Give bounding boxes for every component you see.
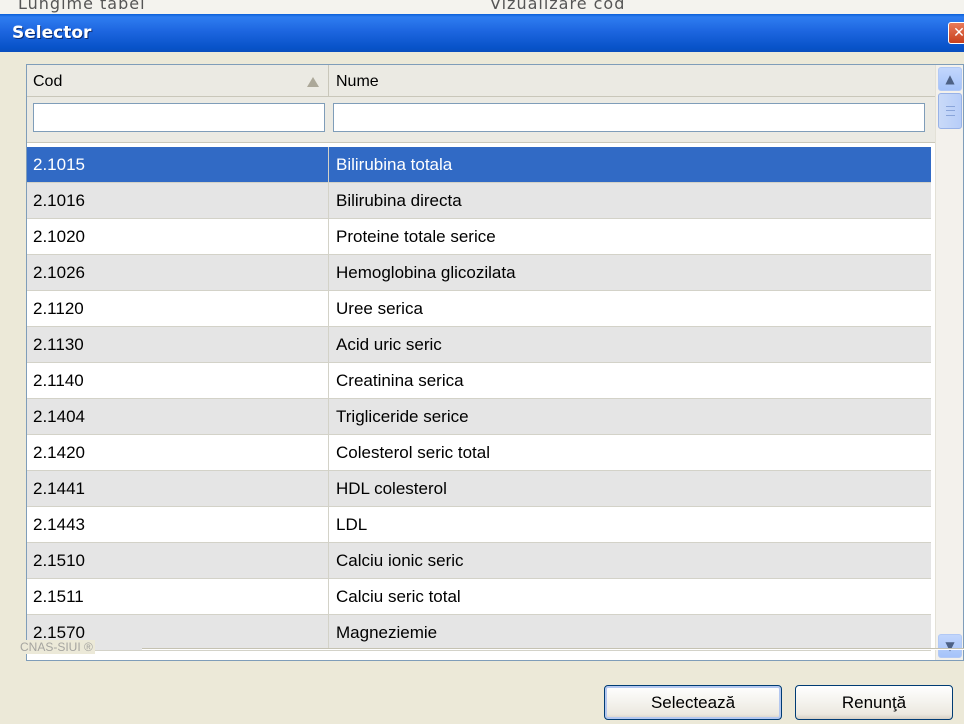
cell-nume: Colesterol seric total [336, 443, 491, 462]
cell-nume: Bilirubina directa [336, 191, 462, 210]
chevron-down-icon: ▼ [945, 639, 955, 653]
cell-cod: 2.1130 [27, 327, 329, 363]
cancel-button[interactable]: Renunţă [795, 685, 953, 720]
grip-icon [946, 106, 955, 116]
table-row[interactable]: 2.1120 Uree serica [27, 291, 931, 327]
column-header-cod[interactable]: Cod [27, 65, 329, 97]
table-row[interactable]: 2.1420 Colesterol seric total [27, 435, 931, 471]
table-row[interactable]: 2.1130 Acid uric seric [27, 327, 931, 363]
data-grid[interactable]: Cod Nume 2.1015 Bilirubina totala 2.1016 Bi… [26, 64, 964, 661]
scroll-up-button[interactable]: ▲ [938, 67, 962, 91]
scrollbar-thumb[interactable] [938, 93, 962, 129]
table-row[interactable]: 2.1026 Hemoglobina glicozilata [27, 255, 931, 291]
scroll-down-button[interactable]: ▼ [938, 634, 962, 658]
cell-nume: Hemoglobina glicozilata [336, 263, 516, 282]
cell-cod: 2.1404 [27, 399, 329, 435]
select-button[interactable]: Selectează [604, 685, 782, 720]
table-row[interactable]: 2.1441 HDL colesterol [27, 471, 931, 507]
table-row[interactable]: 2.1570 Magneziemie [27, 615, 931, 651]
table-row[interactable]: 2.1016 Bilirubina directa [27, 183, 931, 219]
title-bar[interactable]: Selector ✕ [0, 14, 964, 52]
cell-cod: 2.1443 [27, 507, 329, 543]
chevron-up-icon: ▲ [945, 72, 955, 86]
cell-nume: Creatinina serica [336, 371, 464, 390]
column-header-nume-label: Nume [336, 73, 379, 90]
cell-cod: 2.1016 [27, 183, 329, 219]
cell-cod: 2.1015 [27, 147, 329, 183]
brand-label: CNAS-SIUI ® [20, 640, 95, 654]
cell-nume: Proteine totale serice [336, 227, 496, 246]
cell-cod: 2.1441 [27, 471, 329, 507]
filter-row [27, 97, 935, 143]
background-window-strip: Lungime tabel Vizualizare cod [0, 0, 964, 14]
column-header-row: Cod Nume [27, 65, 935, 97]
table-row[interactable]: 2.1140 Creatinina serica [27, 363, 931, 399]
cell-nume: Trigliceride serice [336, 407, 469, 426]
cell-nume: Bilirubina totala [336, 155, 453, 174]
cell-nume: Magneziemie [336, 623, 438, 642]
cell-nume: Uree serica [336, 299, 423, 318]
cell-cod: 2.1420 [27, 435, 329, 471]
cell-cod: 2.1120 [27, 291, 329, 327]
cell-cod: 2.1511 [27, 579, 329, 615]
cell-cod: 2.1140 [27, 363, 329, 399]
cell-nume: Acid uric seric [336, 335, 442, 354]
grid-rows: 2.1015 Bilirubina totala 2.1016 Bilirubina … [27, 147, 931, 651]
background-text-left: Lungime tabel [18, 0, 146, 13]
cell-nume: LDL [336, 515, 368, 534]
cell-cod: 2.1510 [27, 543, 329, 579]
table-row[interactable]: 2.1511 Calciu seric total [27, 579, 931, 615]
footer-divider [142, 648, 964, 650]
column-header-cod-label: Cod [33, 73, 63, 90]
table-row[interactable]: 2.1015 Bilirubina totala [27, 147, 931, 183]
vertical-scrollbar[interactable]: ▲ ▼ [935, 65, 963, 660]
column-header-nume[interactable]: Nume [330, 65, 935, 97]
table-row[interactable]: 2.1404 Trigliceride serice [27, 399, 931, 435]
sort-ascending-icon [307, 77, 319, 87]
cell-nume: Calciu seric total [336, 587, 461, 606]
window-title: Selector [12, 23, 92, 43]
cell-cod: 2.1026 [27, 255, 329, 291]
table-row[interactable]: 2.1020 Proteine totale serice [27, 219, 931, 255]
close-icon: ✕ [953, 25, 964, 41]
table-row[interactable]: 2.1443 LDL [27, 507, 931, 543]
cell-cod: 2.1020 [27, 219, 329, 255]
cell-nume: HDL colesterol [336, 479, 447, 498]
close-button[interactable]: ✕ [948, 22, 964, 44]
background-text-right: Vizualizare cod [490, 0, 626, 13]
selector-dialog: Selector ✕ Cod Nume 2.1015 Bilirubina tot… [0, 14, 964, 724]
filter-nume-input[interactable] [333, 103, 925, 132]
table-row[interactable]: 2.1510 Calciu ionic seric [27, 543, 931, 579]
cell-nume: Calciu ionic seric [336, 551, 464, 570]
filter-cod-input[interactable] [33, 103, 325, 132]
